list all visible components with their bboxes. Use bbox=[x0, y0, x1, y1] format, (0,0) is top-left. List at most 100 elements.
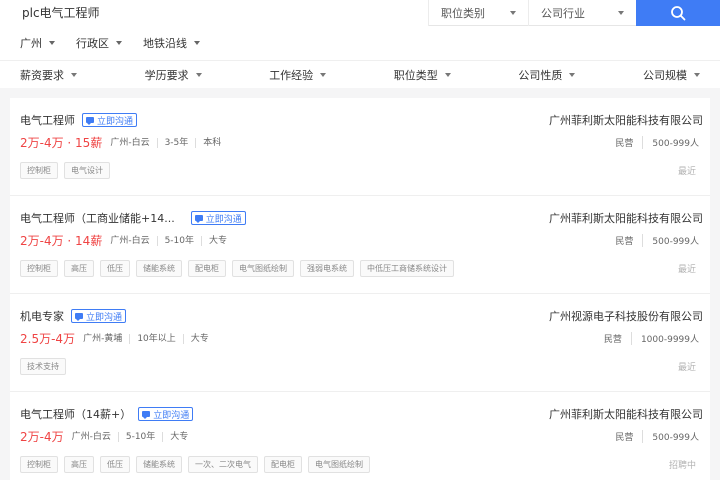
job-tag: 电气图纸绘制 bbox=[232, 260, 294, 277]
job-experience: 10年以上 bbox=[129, 333, 182, 344]
salary: 2万-4万 bbox=[20, 430, 64, 444]
chevron-down-icon bbox=[444, 72, 451, 77]
job-tag: 电气图纸绘制 bbox=[308, 456, 370, 473]
chevron-down-icon bbox=[693, 72, 700, 77]
job-education: 本科 bbox=[195, 137, 228, 148]
job-card[interactable]: 机电专家 立即沟通 广州视源电子科技股份有限公司 2.5万-4万 广州-黄埔 1… bbox=[10, 294, 710, 392]
job-education: 大专 bbox=[182, 333, 216, 344]
job-list: 电气工程师 立即沟通 广州菲利斯太阳能科技有限公司 2万-4万 · 15薪 广州… bbox=[10, 98, 710, 480]
company-size: 1000-9999人 bbox=[630, 332, 699, 345]
job-tag: 控制柜 bbox=[20, 456, 58, 473]
filter-salary[interactable]: 薪资要求 bbox=[20, 67, 77, 83]
salary: 2.5万-4万 bbox=[20, 332, 76, 346]
job-category-select[interactable]: 职位类别 bbox=[428, 0, 528, 26]
filter-job-type[interactable]: 职位类型 bbox=[394, 67, 451, 83]
job-education: 大专 bbox=[162, 431, 195, 442]
job-tags: 控制柜 电气设计 bbox=[20, 162, 116, 179]
filter-company-size-label: 公司规模 bbox=[642, 68, 687, 82]
chat-icon bbox=[75, 313, 83, 321]
job-card[interactable]: 电气工程师 立即沟通 广州菲利斯太阳能科技有限公司 2万-4万 · 15薪 广州… bbox=[10, 98, 710, 196]
chevron-down-icon bbox=[49, 41, 55, 45]
job-search-page: 职位类别 公司行业 广州 行政区 地铁沿线 薪资要求 bbox=[0, 0, 720, 480]
filter-company-size[interactable]: 公司规模 bbox=[643, 67, 700, 83]
industry-label: 公司行业 bbox=[541, 6, 585, 20]
chat-icon bbox=[194, 215, 203, 223]
filter-company-nature[interactable]: 公司性质 bbox=[518, 67, 576, 83]
chevron-down-icon bbox=[116, 41, 122, 45]
condition-filter-bar: 薪资要求 学历要求 工作经验 职位类型 公司性质 公司规模 bbox=[0, 60, 720, 88]
job-tag: 强弱电系统 bbox=[300, 260, 354, 277]
company-type: 民营 bbox=[615, 139, 634, 149]
company-name[interactable]: 广州视源电子科技股份有限公司 bbox=[549, 308, 703, 324]
job-location: 广州-黄埔 bbox=[83, 333, 123, 344]
job-tag: 低压 bbox=[100, 260, 130, 277]
location-filter-bar: 广州 行政区 地铁沿线 bbox=[0, 26, 720, 60]
job-tag: 中低压工商储系统设计 bbox=[360, 260, 454, 277]
job-tag: 配电柜 bbox=[264, 456, 302, 473]
chevron-down-icon bbox=[320, 72, 327, 77]
chat-now-label: 立即沟通 bbox=[153, 410, 190, 421]
chat-now-button[interactable]: 立即沟通 bbox=[82, 113, 138, 127]
salary: 2万-4万 · 15薪 bbox=[20, 136, 103, 150]
company-name[interactable]: 广州菲利斯太阳能科技有限公司 bbox=[549, 406, 703, 422]
chevron-down-icon bbox=[618, 10, 624, 15]
chat-now-button[interactable]: 立即沟通 bbox=[71, 309, 127, 323]
job-tag: 配电柜 bbox=[188, 260, 226, 277]
job-tag: 储能系统 bbox=[136, 456, 182, 473]
filter-education-label: 学历要求 bbox=[144, 68, 189, 82]
job-tag: 高压 bbox=[64, 260, 94, 277]
filter-city[interactable]: 广州 bbox=[20, 35, 55, 51]
job-education: 大专 bbox=[201, 235, 234, 246]
chat-now-label: 立即沟通 bbox=[97, 116, 134, 127]
job-card[interactable]: 电气工程师（14薪+） 立即沟通 广州菲利斯太阳能科技有限公司 2万-4万 广州… bbox=[10, 392, 710, 480]
chevron-down-icon bbox=[194, 41, 200, 45]
chat-now-button[interactable]: 立即沟通 bbox=[190, 211, 246, 225]
chevron-down-icon bbox=[195, 72, 202, 77]
chat-now-label: 立即沟通 bbox=[205, 214, 242, 225]
chevron-down-icon bbox=[569, 72, 576, 77]
company-type: 民营 bbox=[615, 237, 634, 247]
company-name[interactable]: 广州菲利斯太阳能科技有限公司 bbox=[549, 210, 703, 226]
chat-now-label: 立即沟通 bbox=[86, 312, 123, 323]
job-experience: 3-5年 bbox=[156, 137, 196, 148]
company-size: 500-999人 bbox=[642, 234, 699, 247]
job-tag: 低压 bbox=[100, 456, 130, 473]
company-size: 500-999人 bbox=[642, 136, 699, 149]
company-type: 民营 bbox=[603, 335, 622, 345]
job-title[interactable]: 电气工程师（工商业储能+14... bbox=[20, 210, 175, 226]
company-type: 民营 bbox=[615, 433, 634, 443]
chevron-down-icon bbox=[71, 72, 77, 77]
search-input[interactable] bbox=[0, 0, 428, 26]
active-status: 最近 bbox=[677, 363, 696, 373]
job-title[interactable]: 电气工程师 bbox=[20, 112, 75, 128]
industry-select[interactable]: 公司行业 bbox=[528, 0, 636, 26]
filter-company-nature-label: 公司性质 bbox=[518, 68, 563, 82]
filter-experience-label: 工作经验 bbox=[269, 68, 314, 82]
filter-experience[interactable]: 工作经验 bbox=[269, 67, 327, 83]
job-tag: 高压 bbox=[64, 456, 94, 473]
job-tag: 控制柜 bbox=[20, 162, 58, 179]
job-location: 广州-白云 bbox=[71, 431, 111, 442]
filter-job-type-label: 职位类型 bbox=[393, 68, 438, 82]
filter-subway-label: 地铁沿线 bbox=[143, 37, 187, 50]
company-name[interactable]: 广州菲利斯太阳能科技有限公司 bbox=[549, 112, 703, 128]
filter-district-label: 行政区 bbox=[76, 37, 109, 50]
job-tag: 一次、二次电气 bbox=[188, 456, 258, 473]
search-icon bbox=[671, 5, 686, 20]
search-button[interactable] bbox=[636, 0, 720, 26]
job-tags: 控制柜 高压 低压 储能系统 配电柜 电气图纸绘制 强弱电系统 中低压工商储系统… bbox=[20, 260, 460, 277]
company-size: 500-999人 bbox=[642, 430, 699, 443]
filter-district[interactable]: 行政区 bbox=[76, 35, 122, 51]
job-tag: 技术支持 bbox=[20, 358, 66, 375]
job-tags: 技术支持 bbox=[20, 358, 72, 375]
chevron-down-icon bbox=[510, 10, 516, 15]
job-title[interactable]: 机电专家 bbox=[20, 308, 64, 324]
job-card[interactable]: 电气工程师（工商业储能+14... 立即沟通 广州菲利斯太阳能科技有限公司 2万… bbox=[10, 196, 710, 294]
search-bar: 职位类别 公司行业 bbox=[0, 0, 720, 26]
filter-education[interactable]: 学历要求 bbox=[145, 67, 202, 83]
chat-icon bbox=[142, 411, 151, 419]
filter-salary-label: 薪资要求 bbox=[20, 68, 64, 82]
chat-now-button[interactable]: 立即沟通 bbox=[138, 407, 194, 421]
filter-subway[interactable]: 地铁沿线 bbox=[143, 35, 200, 51]
job-title[interactable]: 电气工程师（14薪+） bbox=[20, 406, 131, 422]
